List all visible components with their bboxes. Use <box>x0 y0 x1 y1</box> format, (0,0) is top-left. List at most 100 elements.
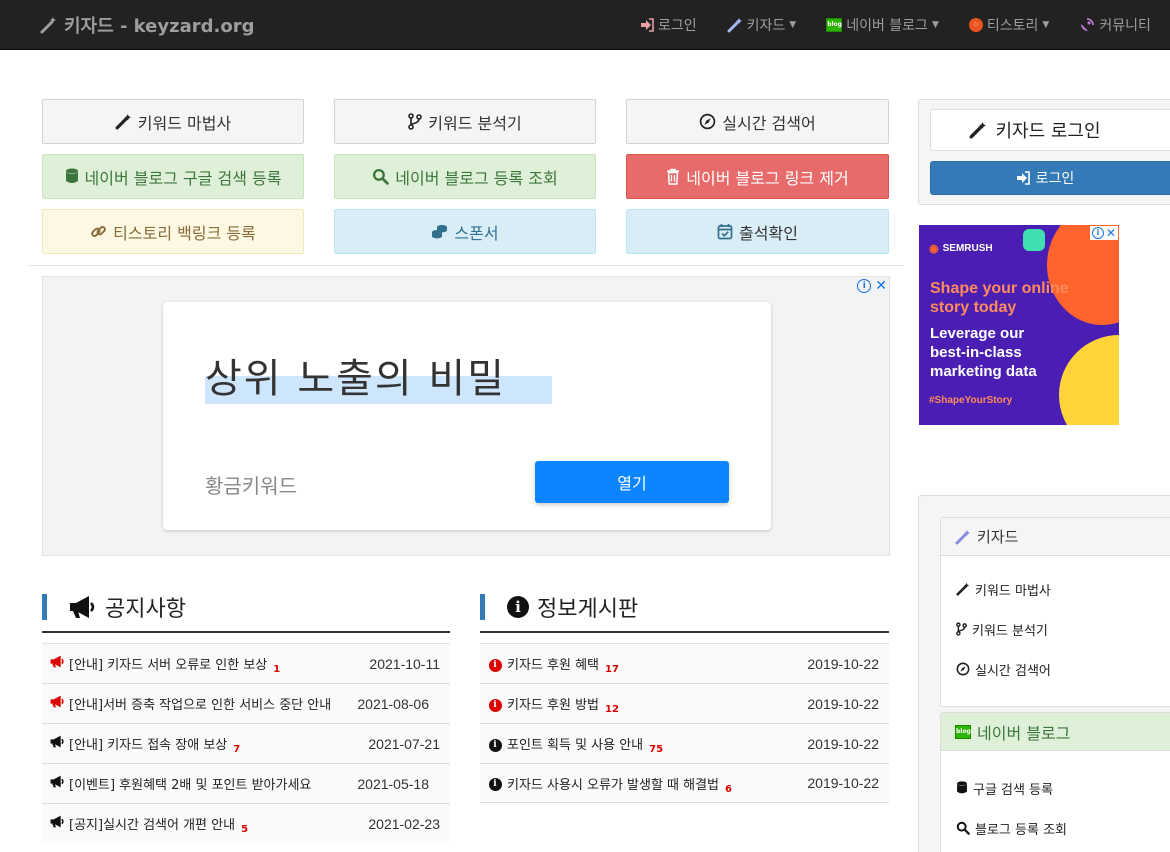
ad-headline: 상위 노출의 비밀 <box>205 356 507 402</box>
info-row-date: 2019-10-22 <box>807 655 879 672</box>
nav-tistory-label: 티스토리 <box>986 18 1039 34</box>
info-row[interactable]: i 키자드 사용시 오류가 발생할 때 해결법 6 2019-10-22 <box>480 763 889 803</box>
ad-banner[interactable]: i ✕ 상위 노출의 비밀 황금키워드 열기 <box>42 276 890 556</box>
comment-count: 1 <box>273 664 281 673</box>
side-ad-logo: ◉ SEMRUSH <box>929 243 993 255</box>
bullhorn-icon <box>48 815 66 832</box>
comment-count: 75 <box>649 744 664 753</box>
nav-login[interactable]: 로그인 <box>640 15 697 35</box>
notice-row[interactable]: [공지]실시간 검색어 개편 안내 5 2021-02-23 <box>42 803 450 843</box>
keyword-wizard-label: 키워드 마법사 <box>137 113 232 133</box>
notice-row-title[interactable]: [안내] 키자드 접속 장애 보상 7 <box>69 734 350 753</box>
side-menu: 키자드 키워드 마법사 키워드 분석기 실시간 검색어 blog 네이버 블로그… <box>918 495 1170 852</box>
notice-row-title[interactable]: [안내]서버 증축 작업으로 인한 서비스 중단 안내 <box>69 694 339 713</box>
notice-row[interactable]: [안내]서버 증축 작업으로 인한 서비스 중단 안내 2021-08-06 <box>42 683 450 723</box>
naver-google-register-label: 네이버 블로그 구글 검색 등록 <box>84 168 282 188</box>
notice-row[interactable]: [안내] 키자드 서버 오류로 인한 보상 1 2021-10-11 <box>42 643 450 683</box>
info-row-title[interactable]: 키자드 후원 방법 12 <box>507 694 789 713</box>
header-accent-bar <box>42 594 47 620</box>
notice-row-date: 2021-08-06 <box>357 695 429 712</box>
side-menu-realtime-search[interactable]: 실시간 검색어 <box>941 649 1170 689</box>
compass-icon <box>700 113 716 130</box>
naver-register-check-label: 네이버 블로그 등록 조회 <box>395 168 558 188</box>
header-accent-bar <box>480 594 485 620</box>
notice-board-title[interactable]: 공지사항 <box>105 591 186 623</box>
bullhorn-icon <box>70 596 95 618</box>
attendance-button[interactable]: 출석확인 <box>626 209 889 254</box>
database-icon <box>957 781 967 794</box>
ad-info-icon[interactable]: i <box>1091 227 1104 239</box>
notice-row-title[interactable]: [안내] 키자드 서버 오류로 인한 보상 1 <box>69 654 350 673</box>
notice-row-date: 2021-02-23 <box>368 815 440 832</box>
ad-card[interactable]: 상위 노출의 비밀 황금키워드 열기 <box>163 302 771 530</box>
info-board-underline <box>480 631 889 633</box>
calendar-check-icon <box>717 224 733 240</box>
side-ad-banner[interactable]: ◉ SEMRUSH Shape your online story today L… <box>919 225 1119 425</box>
info-row-title[interactable]: 키자드 사용시 오류가 발생할 때 해결법 6 <box>507 774 789 793</box>
ad-open-button[interactable]: 열기 <box>535 461 729 503</box>
info-row[interactable]: i 키자드 후원 혜택 17 2019-10-22 <box>480 643 889 683</box>
side-ad-body: Leverage our best-in-class marketing dat… <box>930 325 1037 380</box>
coins-icon <box>432 225 448 239</box>
realtime-search-label: 실시간 검색어 <box>722 113 816 133</box>
side-menu-blog-register-check[interactable]: 블로그 등록 조회 <box>941 808 1170 848</box>
side-menu-keyword-wizard[interactable]: 키워드 마법사 <box>941 569 1170 609</box>
side-menu-item-label: 실시간 검색어 <box>975 663 1051 679</box>
naver-menu-panel: blog 네이버 블로그 구글 검색 등록 블로그 등록 조회 <box>940 712 1170 852</box>
login-button[interactable]: 로그인 <box>930 161 1170 195</box>
info-board-title[interactable]: 정보게시판 <box>537 591 638 623</box>
info-row-date: 2019-10-22 <box>807 735 879 752</box>
notice-row-title[interactable]: [공지]실시간 검색어 개편 안내 5 <box>69 814 350 833</box>
tistory-backlink-label: 티스토리 백링크 등록 <box>113 223 256 243</box>
nav-naver-blog-label: 네이버 블로그 <box>846 18 928 34</box>
comment-count: 12 <box>605 704 619 713</box>
search-icon <box>373 168 390 185</box>
naver-google-register-button[interactable]: 네이버 블로그 구글 검색 등록 <box>42 154 304 199</box>
keyzard-menu-header[interactable]: 키자드 <box>941 518 1170 556</box>
login-panel-title: 키자드 로그인 <box>930 109 1170 151</box>
notice-row[interactable]: [안내] 키자드 접속 장애 보상 7 2021-07-21 <box>42 723 450 763</box>
naver-menu-header[interactable]: blog 네이버 블로그 <box>941 713 1170 751</box>
sponsor-button[interactable]: 스폰서 <box>334 209 596 254</box>
keyword-wizard-button[interactable]: 키워드 마법사 <box>42 99 304 144</box>
bullhorn-icon <box>48 775 66 792</box>
bullhorn-icon <box>48 695 66 712</box>
code-branch-icon <box>956 622 967 636</box>
ad-advertiser: 황금키워드 <box>205 474 297 498</box>
magic-wand-icon <box>115 114 131 130</box>
side-menu-item-label: 키워드 마법사 <box>975 583 1051 599</box>
satellite-dish-icon <box>1081 18 1095 31</box>
ad-decor-shape <box>1023 229 1045 251</box>
info-row[interactable]: i 키자드 후원 방법 12 2019-10-22 <box>480 683 889 723</box>
caret-down-icon: ▼ <box>789 20 797 30</box>
brand-link[interactable]: 키자드 - keyzard.org <box>40 12 254 38</box>
side-menu-google-register[interactable]: 구글 검색 등록 <box>941 768 1170 808</box>
side-menu-keyword-analyzer[interactable]: 키워드 분석기 <box>941 609 1170 649</box>
ad-close-icon[interactable]: ✕ <box>1106 227 1116 239</box>
info-row-title[interactable]: 키자드 후원 혜택 17 <box>507 654 789 673</box>
tistory-backlink-button[interactable]: 티스토리 백링크 등록 <box>42 209 304 254</box>
info-circle-icon: i <box>486 775 504 791</box>
info-row[interactable]: i 포인트 획득 및 사용 안내 75 2019-10-22 <box>480 723 889 763</box>
comment-count: 17 <box>605 664 619 673</box>
nav-naver-blog[interactable]: blog 네이버 블로그 ▼ <box>826 15 939 35</box>
nav-tistory[interactable]: ⁘ 티스토리 ▼ <box>968 15 1049 35</box>
realtime-search-button[interactable]: 실시간 검색어 <box>626 99 889 144</box>
nav-keyzard[interactable]: 키자드 ▼ <box>727 15 797 35</box>
info-row-date: 2019-10-22 <box>807 695 879 712</box>
ad-close-icon[interactable]: ✕ <box>875 279 887 293</box>
info-row-date: 2019-10-22 <box>807 775 879 791</box>
nav-keyzard-label: 키자드 <box>746 18 786 34</box>
naver-register-check-button[interactable]: 네이버 블로그 등록 조회 <box>334 154 596 199</box>
nav-community[interactable]: 커뮤니티 <box>1079 15 1151 35</box>
naver-link-remove-button[interactable]: 네이버 블로그 링크 제거 <box>626 154 889 199</box>
side-ad-headline: Shape your online story today <box>930 280 1069 316</box>
ad-info-icon[interactable]: i <box>857 279 872 293</box>
keyword-analyzer-button[interactable]: 키워드 분석기 <box>334 99 596 144</box>
notice-row[interactable]: [이벤트] 후원혜택 2배 및 포인트 받아가세요 2021-05-18 <box>42 763 450 803</box>
search-icon <box>956 821 970 835</box>
notice-row-title[interactable]: [이벤트] 후원혜택 2배 및 포인트 받아가세요 <box>69 774 339 793</box>
keyzard-menu-title: 키자드 <box>977 528 1019 546</box>
sign-in-icon <box>1016 171 1030 185</box>
info-row-title[interactable]: 포인트 획득 및 사용 안내 75 <box>507 734 789 753</box>
